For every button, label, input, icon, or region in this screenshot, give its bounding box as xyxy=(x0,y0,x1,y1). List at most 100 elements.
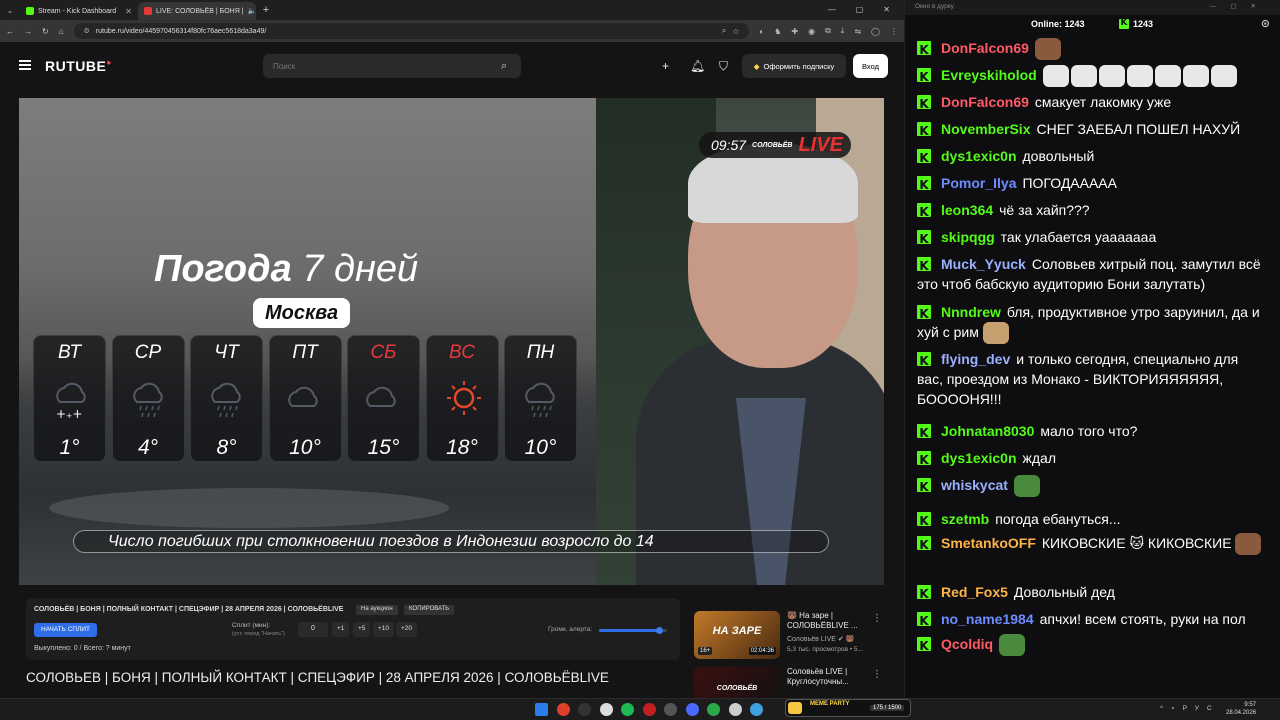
tab-rutube-live[interactable]: LIVE: СОЛОВЬЁВ | БОНЯ | 🔈 ✕ xyxy=(138,2,256,20)
chat-emote-icon xyxy=(1034,38,1061,61)
alert-volume-slider[interactable] xyxy=(599,627,667,634)
app-icon[interactable] xyxy=(707,703,720,716)
chat-username[interactable]: skipqgg xyxy=(941,229,995,245)
tab-search-icon[interactable]: ⌄ xyxy=(0,6,20,15)
login-button[interactable]: Вход xyxy=(853,54,888,78)
chat-username[interactable]: leon364 xyxy=(941,202,993,218)
forecast-day-card: СР 4° xyxy=(111,335,185,462)
rec-title[interactable]: 🐻 На заре | СОЛОВЬЁВLIVE ... xyxy=(787,611,879,631)
split-minutes-input[interactable]: 0 xyxy=(298,622,328,637)
volume-knob[interactable] xyxy=(655,627,663,634)
close-window-icon[interactable]: ✕ xyxy=(883,5,890,14)
live-word: LIVE xyxy=(798,133,843,156)
download-icon[interactable]: ⤓ xyxy=(841,26,845,36)
chat-username[interactable]: dys1exic0n xyxy=(941,450,1017,466)
reload-icon[interactable]: ↻ xyxy=(42,27,49,36)
auction-chip[interactable]: На аукцион xyxy=(356,605,398,615)
rec-title[interactable]: Соловьёв LIVE | Круглосуточны... xyxy=(787,667,879,687)
lang-indicator[interactable]: РУС xyxy=(1183,705,1220,712)
extension-icon[interactable]: ♞ xyxy=(774,27,781,36)
new-tab-button[interactable]: + xyxy=(256,4,276,16)
settings-icon[interactable]: ⊙ xyxy=(1261,17,1270,30)
url-field[interactable]: ⚙ rutube.ru/video/445970456314f80fc76aec… xyxy=(73,23,750,39)
app-icon[interactable] xyxy=(642,703,656,716)
profile-icon[interactable]: ◯ xyxy=(871,27,880,36)
home-icon[interactable]: ⌂ xyxy=(59,27,64,36)
bookmark-star-icon[interactable]: ☆ xyxy=(732,27,739,36)
clock[interactable]: 9:57 28.04.2026 xyxy=(1226,701,1256,717)
tab-label: Stream - Kick Dashboard xyxy=(38,7,117,15)
recommended-video[interactable]: СОЛОВЬЁВ Соловьёв LIVE | Круглосуточны..… xyxy=(694,667,894,698)
chat-username[interactable]: flying_dev xyxy=(941,351,1010,367)
chat-username[interactable]: Nnndrew xyxy=(941,304,1001,320)
search-input[interactable] xyxy=(263,54,521,78)
more-options-icon[interactable]: ⋮ xyxy=(872,669,882,680)
maximize-icon[interactable]: ▢ xyxy=(856,5,864,14)
bell-icon[interactable]: 🔔︎ xyxy=(690,59,705,73)
chat-window-controls[interactable]: —▢✕ xyxy=(1210,2,1270,10)
hamburger-menu-icon[interactable] xyxy=(19,60,31,70)
chat-username[interactable]: szetmb xyxy=(941,511,989,527)
stream-tools-panel: СОЛОВЬЁВ | БОНЯ | ПОЛНЫЙ КОНТАКТ | СПЕЦЭ… xyxy=(26,598,680,660)
chat-username[interactable]: SmetankoOFF xyxy=(941,535,1036,551)
app-icon[interactable] xyxy=(685,703,699,716)
chat-username[interactable]: DonFalcon69 xyxy=(941,40,1029,56)
chat-username[interactable]: Qcoldiq xyxy=(941,636,993,652)
mic-icon[interactable]: ⌕ xyxy=(1171,705,1183,712)
chat-emote-icon xyxy=(1235,533,1262,556)
extension-icon[interactable]: ◐ xyxy=(759,27,764,36)
step-plus-10-button[interactable]: +10 xyxy=(373,622,395,637)
extension-icon[interactable]: ✚ xyxy=(791,27,798,36)
chat-username[interactable]: DonFalcon69 xyxy=(941,94,1029,110)
browser-menu-icon[interactable]: ⋮ xyxy=(890,27,898,36)
shield-icon[interactable]: ⛉ xyxy=(719,59,728,74)
zoom-icon[interactable]: ⌕ xyxy=(722,26,726,36)
telegram-icon[interactable] xyxy=(750,703,763,716)
chat-username[interactable]: Johnatan8030 xyxy=(941,423,1034,439)
chat-emote-icon xyxy=(999,634,1026,657)
chat-username[interactable]: no_name1984 xyxy=(941,611,1034,627)
step-plus-20-button[interactable]: +20 xyxy=(396,622,418,637)
obs-icon[interactable] xyxy=(578,703,591,716)
search-icon[interactable]: ⌕ xyxy=(501,60,507,73)
rutube-logo[interactable]: RUTUBE● xyxy=(45,58,112,74)
chat-username[interactable]: dys1exic0n xyxy=(941,148,1017,164)
back-icon[interactable]: ← xyxy=(6,27,14,36)
copy-button[interactable]: КОПИРОВАТЬ xyxy=(404,605,455,615)
chat-username[interactable]: Pomor_Ilya xyxy=(941,175,1016,191)
start-split-button[interactable]: НАЧАТЬ СПЛИТ xyxy=(34,623,97,637)
close-tab-icon[interactable]: ✕ xyxy=(125,7,132,16)
recommended-video[interactable]: НА ЗАРЕ 16+ 02:04:36 🐻 На заре | СОЛОВЬЁ… xyxy=(694,611,894,661)
video-thumbnail[interactable]: НА ЗАРЕ 16+ 02:04:36 xyxy=(694,611,780,659)
start-icon[interactable] xyxy=(535,703,548,716)
chevron-up-icon[interactable]: ^ xyxy=(1160,705,1171,712)
chat-message: DonFalcon69 xyxy=(917,38,1267,61)
steam-icon[interactable] xyxy=(599,703,613,716)
chat-username[interactable]: NovemberSix xyxy=(941,121,1030,137)
kick-badge-icon xyxy=(917,535,931,555)
spotify-icon[interactable] xyxy=(621,703,634,716)
chat-username[interactable]: Red_Fox5 xyxy=(941,584,1008,600)
site-info-icon[interactable]: ⚙ xyxy=(84,27,90,35)
more-options-icon[interactable]: ⋮ xyxy=(872,613,882,624)
chat-username[interactable]: Evreyskiholod xyxy=(941,67,1037,83)
step-plus-1-button[interactable]: +1 xyxy=(332,622,350,637)
meme-party-widget[interactable]: MEME PARTY 175 / 1500 xyxy=(785,699,911,717)
chat-username[interactable]: whiskycat xyxy=(941,477,1008,493)
forward-icon[interactable]: → xyxy=(24,27,32,36)
chrome-icon[interactable] xyxy=(556,703,570,716)
tab-search-icon[interactable]: ⇋ xyxy=(854,27,861,36)
video-player[interactable]: 09:57 СОЛОВЬЁВ LIVE Погода 7 дней Москва… xyxy=(19,98,884,585)
extensions-puzzle-icon[interactable]: ⧉ xyxy=(825,26,831,36)
extension-icon[interactable]: ◉ xyxy=(808,27,815,36)
app-icon[interactable] xyxy=(728,703,742,716)
video-thumbnail[interactable]: СОЛОВЬЁВ xyxy=(694,667,780,698)
app-icon[interactable] xyxy=(664,703,677,716)
upload-plus-icon[interactable]: + xyxy=(662,59,669,73)
tab-kick-dashboard[interactable]: Stream - Kick Dashboard ✕ xyxy=(20,2,138,20)
step-plus-5-button[interactable]: +5 xyxy=(353,622,371,637)
minimize-icon[interactable]: — xyxy=(828,5,836,14)
chat-username[interactable]: Muck_Yyuck xyxy=(941,256,1026,272)
rec-channel[interactable]: Соловьёв LIVE ✔ 🐻 xyxy=(787,635,854,643)
subscribe-button[interactable]: ◆ Оформить подписку xyxy=(742,54,846,78)
